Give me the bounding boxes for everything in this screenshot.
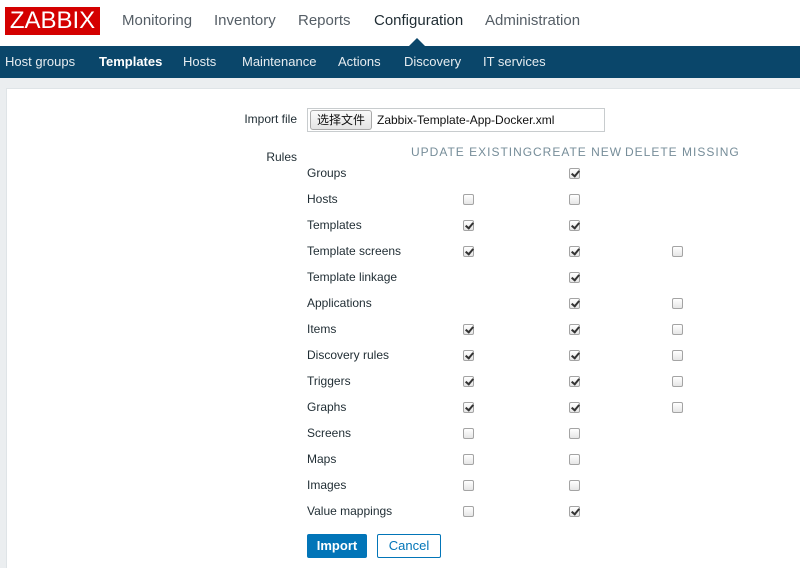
subnav-maintenance[interactable]: Maintenance <box>242 54 316 69</box>
delete-checkbox[interactable] <box>672 350 683 361</box>
update-checkbox[interactable] <box>463 506 474 517</box>
update-checkbox[interactable] <box>463 324 474 335</box>
nav-monitoring[interactable]: Monitoring <box>122 12 192 29</box>
nav-administration[interactable]: Administration <box>485 12 580 29</box>
rule-label: Maps <box>307 452 337 466</box>
nav-reports[interactable]: Reports <box>298 12 351 29</box>
rule-label: Groups <box>307 166 347 180</box>
create-checkbox[interactable] <box>569 220 580 231</box>
rules-label: Rules <box>266 150 297 164</box>
sub-nav: Host groups Templates Hosts Maintenance … <box>0 46 800 78</box>
subnav-it-services[interactable]: IT services <box>483 54 546 69</box>
delete-checkbox[interactable] <box>672 376 683 387</box>
rule-label: Value mappings <box>307 504 393 518</box>
top-bar: ZABBIX Monitoring Inventory Reports Conf… <box>0 0 800 46</box>
zabbix-logo[interactable]: ZABBIX <box>5 7 100 35</box>
create-checkbox[interactable] <box>569 506 580 517</box>
create-checkbox[interactable] <box>569 350 580 361</box>
delete-checkbox[interactable] <box>672 324 683 335</box>
rule-label: Screens <box>307 426 352 440</box>
create-checkbox[interactable] <box>569 246 580 257</box>
import-button[interactable]: Import <box>307 534 367 558</box>
col-update-existing: UPDATE EXISTING <box>411 145 534 159</box>
update-checkbox[interactable] <box>463 376 474 387</box>
import-file-label: Import file <box>244 112 297 126</box>
create-checkbox[interactable] <box>569 298 580 309</box>
create-checkbox[interactable] <box>569 454 580 465</box>
rule-label: Applications <box>307 296 372 310</box>
rule-label: Triggers <box>307 374 351 388</box>
file-input[interactable]: 选择文件 Zabbix-Template-App-Docker.xml <box>307 108 605 132</box>
update-checkbox[interactable] <box>463 454 474 465</box>
rule-label: Template screens <box>307 244 402 258</box>
cancel-button[interactable]: Cancel <box>377 534 441 558</box>
create-checkbox[interactable] <box>569 272 580 283</box>
active-nav-caret <box>409 38 425 46</box>
rule-label: Discovery rules <box>307 348 390 362</box>
rule-label: Graphs <box>307 400 347 414</box>
nav-configuration[interactable]: Configuration <box>374 12 463 29</box>
delete-checkbox[interactable] <box>672 246 683 257</box>
choose-file-button[interactable]: 选择文件 <box>310 110 373 130</box>
subnav-hosts[interactable]: Hosts <box>183 54 216 69</box>
create-checkbox[interactable] <box>569 324 580 335</box>
rule-label: Hosts <box>307 192 338 206</box>
delete-checkbox[interactable] <box>672 402 683 413</box>
update-checkbox[interactable] <box>463 220 474 231</box>
subnav-actions[interactable]: Actions <box>338 54 381 69</box>
update-checkbox[interactable] <box>463 350 474 361</box>
create-checkbox[interactable] <box>569 480 580 491</box>
update-checkbox[interactable] <box>463 402 474 413</box>
create-checkbox[interactable] <box>569 402 580 413</box>
create-checkbox[interactable] <box>569 168 580 179</box>
rule-label: Images <box>307 478 347 492</box>
subnav-host-groups[interactable]: Host groups <box>5 54 75 69</box>
col-delete-missing: DELETE MISSING <box>625 145 740 159</box>
update-checkbox[interactable] <box>463 246 474 257</box>
nav-inventory[interactable]: Inventory <box>214 12 276 29</box>
rule-label: Items <box>307 322 337 336</box>
create-checkbox[interactable] <box>569 194 580 205</box>
rule-label: Template linkage <box>307 270 398 284</box>
update-checkbox[interactable] <box>463 194 474 205</box>
subnav-templates[interactable]: Templates <box>99 54 162 69</box>
subnav-discovery[interactable]: Discovery <box>404 54 461 69</box>
update-checkbox[interactable] <box>463 480 474 491</box>
delete-checkbox[interactable] <box>672 298 683 309</box>
create-checkbox[interactable] <box>569 376 580 387</box>
rule-label: Templates <box>307 218 362 232</box>
selected-file-name: Zabbix-Template-App-Docker.xml <box>377 113 555 127</box>
create-checkbox[interactable] <box>569 428 580 439</box>
col-create-new: CREATE NEW <box>533 145 623 159</box>
update-checkbox[interactable] <box>463 428 474 439</box>
